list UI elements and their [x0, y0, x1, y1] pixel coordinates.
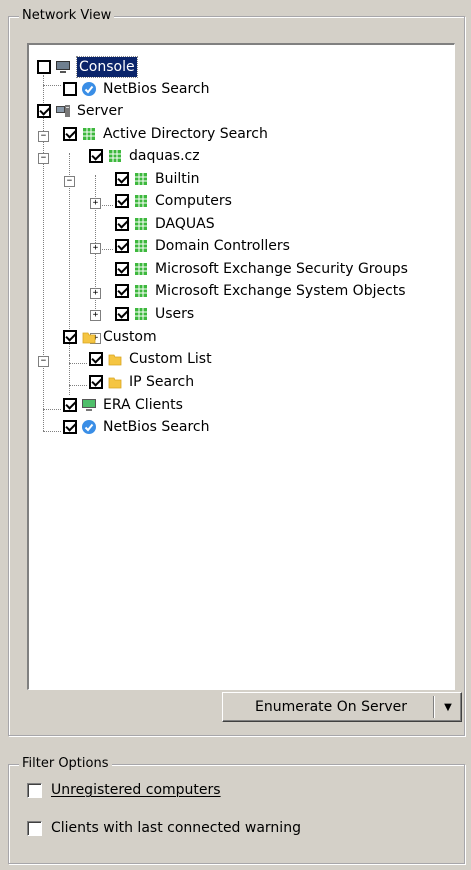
tree-expander-builtin[interactable]: +	[90, 198, 101, 209]
checkbox[interactable]	[115, 194, 129, 208]
tree-label: NetBios Search	[103, 419, 210, 435]
tree-expander-meso[interactable]: +	[90, 310, 101, 321]
checkbox[interactable]	[63, 398, 77, 412]
checkbox[interactable]	[63, 82, 77, 96]
tree-label: Active Directory Search	[103, 126, 268, 142]
checkbox[interactable]	[115, 217, 129, 231]
checkbox[interactable]	[115, 262, 129, 276]
tree-label: Custom List	[129, 351, 212, 367]
tree-expander-mesg[interactable]: +	[90, 288, 101, 299]
tree-label: Domain Controllers	[155, 238, 290, 254]
dropdown-arrow-icon[interactable]: ▼	[435, 702, 461, 713]
tree-node-exchange-system-objects[interactable]: Microsoft Exchange System Objects	[115, 281, 406, 301]
tree-label: Microsoft Exchange System Objects	[155, 283, 406, 299]
monitor-icon	[56, 61, 70, 73]
tree-label: Server	[77, 103, 123, 119]
tree-label: Console	[76, 56, 138, 78]
server-icon	[56, 105, 70, 117]
ad-grid-icon	[135, 173, 147, 185]
tree-label: NetBios Search	[103, 81, 210, 97]
tree-expander-daquas[interactable]: +	[90, 243, 101, 254]
enumerate-on-server-button[interactable]: Enumerate On Server ▼	[222, 692, 462, 722]
tree-node-server[interactable]: Server	[37, 101, 123, 121]
tree-label: daquas.cz	[129, 148, 200, 164]
ad-grid-icon	[135, 263, 147, 275]
tree-label: Custom	[103, 329, 157, 345]
netbios-icon	[82, 420, 96, 434]
tree-expander-custom[interactable]: −	[38, 356, 49, 367]
ad-grid-icon	[109, 150, 121, 162]
tree-line	[43, 409, 61, 410]
network-view-group: Network View − − − + + + + + − Console N…	[8, 8, 465, 736]
tree-label: DAQUAS	[155, 216, 215, 232]
checkbox[interactable]	[115, 284, 129, 298]
era-monitor-icon	[82, 399, 96, 411]
tree-line	[69, 385, 87, 386]
checkbox[interactable]	[89, 352, 103, 366]
tree-line	[43, 431, 61, 432]
tree-node-server-netbios[interactable]: NetBios Search	[63, 417, 209, 437]
tree-label: Builtin	[155, 171, 200, 187]
enumerate-button-label: Enumerate On Server	[255, 699, 407, 715]
ad-grid-icon	[135, 218, 147, 230]
tree-node-ip-search[interactable]: IP Search	[89, 372, 194, 392]
tree-node-domain-controllers[interactable]: Domain Controllers	[115, 236, 290, 256]
ad-grid-icon	[135, 285, 147, 297]
unregistered-computers-option[interactable]: Unregistered computers	[27, 782, 221, 798]
tree-line	[69, 363, 87, 364]
last-connected-warning-option[interactable]: Clients with last connected warning	[27, 820, 301, 836]
last-connected-warning-label: Clients with last connected warning	[51, 820, 301, 836]
tree-node-custom-list[interactable]: Custom List	[89, 349, 212, 369]
tree-node-domain[interactable]: daquas.cz	[89, 146, 200, 166]
network-view-title: Network View	[19, 8, 115, 24]
checkbox[interactable]	[115, 307, 129, 321]
ad-grid-icon	[135, 240, 147, 252]
network-tree[interactable]: − − − + + + + + − Console NetBios Search…	[27, 43, 455, 690]
unregistered-computers-checkbox[interactable]	[27, 782, 42, 798]
checkbox[interactable]	[63, 420, 77, 434]
filter-options-group: Filter Options Unregistered computers Cl…	[8, 756, 465, 864]
tree-label: Users	[155, 306, 195, 322]
tree-line	[69, 355, 70, 395]
tree-expander-server[interactable]: −	[38, 131, 49, 142]
tree-label: Computers	[155, 193, 232, 209]
folder-icon	[82, 332, 96, 344]
checkbox[interactable]	[89, 375, 103, 389]
last-connected-warning-checkbox[interactable]	[27, 820, 42, 836]
folder-icon	[108, 377, 122, 389]
tree-node-ad-search[interactable]: Active Directory Search	[63, 124, 268, 144]
tree-expander-domain[interactable]: −	[64, 176, 75, 187]
filter-options-title: Filter Options	[19, 756, 112, 772]
tree-label: IP Search	[129, 374, 195, 390]
ad-grid-icon	[135, 308, 147, 320]
tree-node-computers[interactable]: Computers	[115, 191, 232, 211]
ad-grid-icon	[135, 195, 147, 207]
tree-node-custom[interactable]: Custom	[63, 327, 157, 347]
ad-grid-icon	[83, 128, 95, 140]
checkbox[interactable]	[115, 172, 129, 186]
checkbox[interactable]	[37, 60, 51, 74]
tree-node-console[interactable]: Console	[37, 56, 138, 78]
tree-node-console-netbios[interactable]: NetBios Search	[63, 79, 209, 99]
tree-node-builtin[interactable]: Builtin	[115, 169, 200, 189]
tree-node-era-clients[interactable]: ERA Clients	[63, 395, 183, 415]
tree-line	[43, 85, 61, 86]
checkbox[interactable]	[37, 104, 51, 118]
tree-node-daquas[interactable]: DAQUAS	[115, 214, 215, 234]
checkbox[interactable]	[89, 149, 103, 163]
tree-node-exchange-security-groups[interactable]: Microsoft Exchange Security Groups	[115, 259, 408, 279]
tree-expander-ad-search[interactable]: −	[38, 153, 49, 164]
checkbox[interactable]	[63, 330, 77, 344]
netbios-icon	[82, 82, 96, 96]
tree-label: ERA Clients	[103, 397, 183, 413]
tree-node-users[interactable]: Users	[115, 304, 194, 324]
tree-line	[43, 75, 44, 431]
checkbox[interactable]	[63, 127, 77, 141]
folder-icon	[108, 354, 122, 366]
checkbox[interactable]	[115, 239, 129, 253]
unregistered-computers-label: Unregistered computers	[51, 782, 221, 798]
tree-label: Microsoft Exchange Security Groups	[155, 261, 408, 277]
